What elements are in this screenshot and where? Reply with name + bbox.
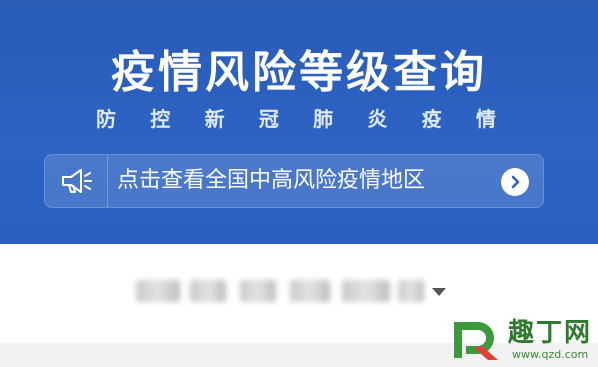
page-subtitle: 防 控 新 冠 肺 炎 疫 情	[96, 105, 496, 133]
subtitle-char: 炎	[367, 107, 388, 131]
obscured-region-text	[290, 280, 330, 302]
subtitle-char: 冠	[258, 107, 279, 131]
header-banner: 疫情风险等级查询 防 控 新 冠 肺 炎 疫 情 点击查看全国中高风险疫情地区	[0, 0, 598, 244]
watermark-name: 趣丁网	[508, 318, 593, 348]
caret-down-icon[interactable]	[432, 288, 446, 296]
subtitle-char: 新	[204, 107, 225, 131]
qzd-logo-icon	[454, 322, 498, 360]
high-risk-areas-link[interactable]: 点击查看全国中高风险疫情地区	[44, 154, 544, 208]
obscured-region-text	[398, 280, 424, 302]
page-title: 疫情风险等级查询	[111, 47, 487, 98]
subtitle-char: 防	[96, 107, 116, 131]
notice-icon-box	[45, 155, 108, 207]
chevron-right-icon	[511, 175, 520, 189]
obscured-region-text	[342, 280, 390, 302]
obscured-region-text	[136, 280, 180, 302]
subtitle-char: 控	[150, 107, 171, 131]
subtitle-char: 情	[475, 107, 496, 131]
obscured-region-text	[240, 280, 276, 302]
watermark-url: www.qzd.com	[512, 348, 589, 361]
watermark: 趣丁网 www.qzd.com	[448, 314, 598, 367]
subtitle-char: 肺	[313, 107, 334, 131]
subtitle-char: 疫	[421, 107, 442, 131]
notice-arrow-button[interactable]	[501, 168, 529, 196]
notice-text[interactable]: 点击查看全国中高风险疫情地区	[117, 166, 425, 196]
obscured-region-text	[190, 280, 226, 302]
region-selector[interactable]	[136, 270, 456, 314]
megaphone-icon	[62, 169, 92, 193]
